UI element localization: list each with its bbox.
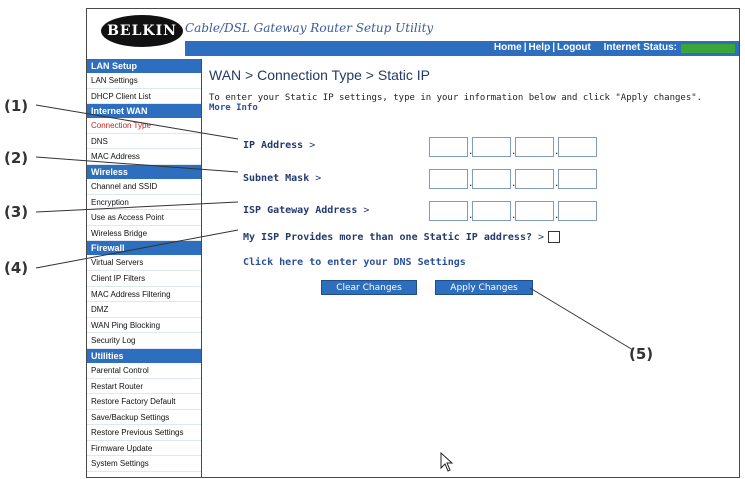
ip-address-octet-4[interactable] — [558, 137, 597, 157]
dns-settings-link[interactable]: Click here to enter your DNS Settings — [243, 257, 466, 268]
link-separator: | — [552, 42, 555, 53]
ip-address-octet-1[interactable] — [429, 137, 468, 157]
intro-text: To enter your Static IP settings, type i… — [209, 93, 703, 103]
isp-gateway-octet-4[interactable] — [558, 201, 597, 221]
sidebar-item-save-backup-settings[interactable]: Save/Backup Settings — [87, 410, 201, 426]
sidebar-item-parental-control[interactable]: Parental Control — [87, 363, 201, 379]
isp-gateway-octet-2[interactable] — [472, 201, 511, 221]
top-bar: Home | Help | Logout Internet Status: — [185, 41, 739, 56]
isp-gateway-octet-3[interactable] — [515, 201, 554, 221]
isp-gateway-label: ISP Gateway Address > — [243, 205, 370, 216]
header: BELKIN Cable/DSL Gateway Router Setup Ut… — [87, 9, 739, 56]
apply-changes-button[interactable]: Apply Changes — [435, 280, 533, 295]
callout-3: (3) — [4, 203, 29, 221]
internet-status-indicator — [681, 44, 735, 53]
clear-changes-button[interactable]: Clear Changes — [321, 280, 417, 295]
link-separator: | — [523, 42, 527, 53]
sidebar-item-dhcp-client-list[interactable]: DHCP Client List — [87, 89, 201, 105]
sidebar-item-mac-address[interactable]: MAC Address — [87, 149, 201, 165]
sidebar-item-client-ip-filters[interactable]: Client IP Filters — [87, 271, 201, 287]
mouse-cursor-icon — [440, 452, 454, 472]
sidebar-item-wireless-bridge[interactable]: Wireless Bridge — [87, 226, 201, 242]
sidebar-section-wireless: Wireless — [87, 164, 201, 179]
isp-gateway-group: ... — [429, 201, 597, 221]
sidebar-nav: LAN Setup LAN Settings DHCP Client List Int… — [87, 59, 202, 477]
belkin-logo: BELKIN — [101, 15, 183, 47]
ip-address-octet-3[interactable] — [515, 137, 554, 157]
sidebar-item-restore-previous-settings[interactable]: Restore Previous Settings — [87, 425, 201, 441]
sidebar-item-wan-ping-blocking[interactable]: WAN Ping Blocking — [87, 318, 201, 334]
page-title: WAN > Connection Type > Static IP — [209, 67, 430, 83]
subnet-mask-group: ... — [429, 169, 597, 189]
sidebar-section-firewall: Firewall — [87, 241, 201, 256]
sidebar-section-lan-setup: LAN Setup — [87, 59, 201, 73]
multi-ip-checkbox[interactable] — [548, 231, 561, 243]
isp-gateway-octet-1[interactable] — [429, 201, 468, 221]
callout-4: (4) — [4, 259, 29, 277]
ip-address-group: ... — [429, 137, 597, 157]
sidebar-item-dmz[interactable]: DMZ — [87, 302, 201, 318]
subnet-mask-octet-1[interactable] — [429, 169, 468, 189]
subnet-mask-octet-2[interactable] — [472, 169, 511, 189]
callout-1: (1) — [4, 97, 29, 115]
sidebar-item-lan-settings[interactable]: LAN Settings — [87, 73, 201, 89]
callout-5: (5) — [629, 345, 654, 363]
more-info-link[interactable]: More Info — [209, 103, 739, 113]
sidebar-item-channel-and-ssid[interactable]: Channel and SSID — [87, 179, 201, 195]
sidebar-item-restart-router[interactable]: Restart Router — [87, 379, 201, 395]
sidebar-section-internet-wan: Internet WAN — [87, 104, 201, 119]
sidebar-item-security-log[interactable]: Security Log — [87, 333, 201, 349]
sidebar-item-firmware-update[interactable]: Firmware Update — [87, 441, 201, 457]
ip-address-label: IP Address > — [243, 140, 316, 151]
utility-title: Cable/DSL Gateway Router Setup Utility — [185, 21, 434, 35]
subnet-mask-octet-4[interactable] — [558, 169, 597, 189]
sidebar-section-utilities: Utilities — [87, 348, 201, 363]
internet-status-label: Internet Status: — [603, 42, 677, 53]
sidebar-item-virtual-servers[interactable]: Virtual Servers — [87, 255, 201, 271]
subnet-mask-label: Subnet Mask > — [243, 173, 322, 184]
sidebar-item-use-as-access-point[interactable]: Use as Access Point — [87, 210, 201, 226]
subnet-mask-octet-3[interactable] — [515, 169, 554, 189]
sidebar-item-dns[interactable]: DNS — [87, 134, 201, 150]
sidebar-item-encryption[interactable]: Encryption — [87, 195, 201, 211]
router-window: BELKIN Cable/DSL Gateway Router Setup Ut… — [86, 8, 740, 478]
multi-ip-label: My ISP Provides more than one Static IP … — [243, 232, 532, 243]
logout-link[interactable]: Logout — [557, 42, 591, 53]
sidebar-item-system-settings[interactable]: System Settings — [87, 456, 201, 473]
home-link[interactable]: Home — [494, 42, 522, 53]
help-link[interactable]: Help — [529, 42, 551, 53]
sidebar-item-restore-factory-default[interactable]: Restore Factory Default — [87, 394, 201, 410]
sidebar-item-connection-type[interactable]: Connection Type — [87, 118, 201, 134]
main-content: WAN > Connection Type > Static IP To ent… — [209, 67, 739, 477]
sidebar-item-mac-address-filtering[interactable]: MAC Address Filtering — [87, 287, 201, 303]
multi-ip-row: My ISP Provides more than one Static IP … — [243, 231, 561, 243]
callout-2: (2) — [4, 149, 29, 167]
ip-address-octet-2[interactable] — [472, 137, 511, 157]
